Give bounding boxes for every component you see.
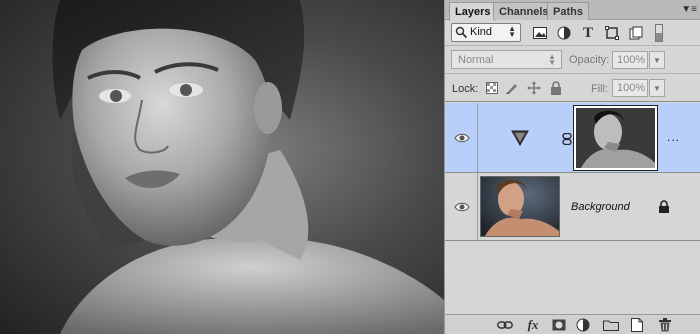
new-group-icon[interactable] [603,318,619,332]
lock-label: Lock: [452,83,479,95]
select-arrows-icon: ▲ ▼ [548,52,556,67]
select-arrows-icon: ▲ ▼ [508,24,516,39]
layer-locked-icon [659,200,669,213]
filter-kind-label: Kind [470,26,493,38]
new-adjustment-icon[interactable] [575,318,591,332]
layer-thumbnail[interactable] [480,176,560,237]
visibility-toggle[interactable] [445,173,478,240]
blend-mode-select[interactable]: Normal ▲ ▼ [451,50,562,69]
add-mask-icon[interactable] [551,318,567,332]
pixel-layer-filter-icon[interactable] [531,24,549,42]
lock-position-icon[interactable] [527,81,541,95]
opacity-label: Opacity: [569,54,610,66]
fill-dropdown-icon[interactable]: ▼ [649,79,665,97]
lock-image-pixels-icon[interactable] [505,81,519,95]
search-icon [455,26,468,39]
tab-channels[interactable]: Channels [493,2,555,20]
lock-all-icon[interactable] [549,81,563,95]
opacity-field[interactable]: 100% [612,51,648,69]
link-layers-icon[interactable] [497,318,513,332]
layer-row-background[interactable]: Background [445,173,700,241]
filter-kind-select[interactable]: Kind ▲ ▼ [451,23,521,42]
tab-layers[interactable]: Layers [449,2,497,21]
layer-more-indicator: ... [667,130,681,144]
layer-name[interactable]: Background [571,201,630,213]
panel-footer: fx [445,314,700,334]
panel-tab-bar: Layers Channels Paths ▼≡ [445,0,700,21]
mask-link-icon[interactable] [562,133,572,145]
opacity-dropdown-icon[interactable]: ▼ [649,51,665,69]
eye-icon [454,202,470,212]
eye-icon [454,133,470,143]
layer-filter-row: Kind ▲ ▼ T [445,20,700,46]
blend-mode-value: Normal [458,54,494,66]
lock-row: Lock: Fill: 100% ▼ [445,74,700,102]
layer-mask-thumbnail[interactable] [573,105,658,171]
smart-object-filter-icon[interactable] [627,24,645,42]
panel-menu-icon[interactable]: ▼≡ [681,4,697,15]
layers-empty-area[interactable] [445,242,700,314]
blend-row: Normal ▲ ▼ Opacity: 100% ▼ [445,46,700,74]
fx-icon[interactable]: fx [525,317,541,332]
fill-label: Fill: [591,83,609,95]
new-layer-icon[interactable] [629,318,645,332]
fill-field[interactable]: 100% [612,79,648,97]
type-layer-filter-icon[interactable]: T [579,24,597,42]
gradient-map-adjustment-icon[interactable] [511,130,529,146]
lock-transparent-icon[interactable] [485,81,499,95]
layer-row-adjustment[interactable]: ... [445,103,700,173]
shape-layer-filter-icon[interactable] [603,24,621,42]
filter-toggle-switch[interactable] [655,24,663,42]
document-canvas[interactable] [0,0,444,334]
visibility-toggle[interactable] [445,103,478,172]
tab-paths[interactable]: Paths [547,2,589,20]
portrait-photo [52,0,444,334]
adjustment-layer-filter-icon[interactable] [555,24,573,42]
delete-layer-icon[interactable] [657,318,673,332]
layers-panel: Layers Channels Paths ▼≡ Kind ▲ ▼ T Norm… [444,0,700,334]
